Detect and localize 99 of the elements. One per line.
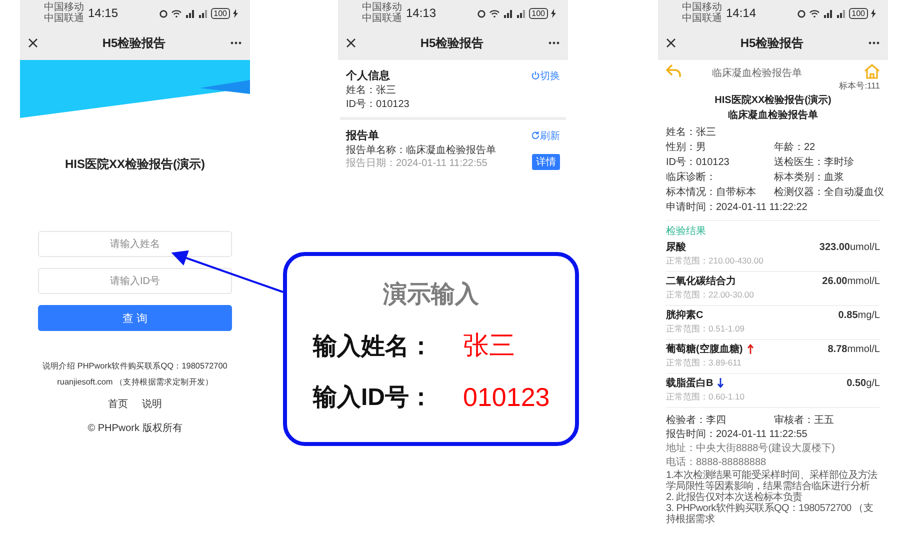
charging-icon <box>233 8 238 18</box>
signer-text: 审核者：王五 <box>774 414 835 428</box>
report-name: 报告单名称：临床凝血检验报告单 <box>346 145 497 157</box>
info-field: 检测仪器：全自动凝血仪 <box>774 185 884 200</box>
refresh-link[interactable]: 刷新 <box>540 128 560 142</box>
section-title: 个人信息 <box>346 68 391 83</box>
normal-range: 正常范围：210.00-430.00 <box>666 256 764 267</box>
battery-indicator: 100 <box>848 8 868 18</box>
battery-indicator: 100 <box>210 8 230 18</box>
hospital-title: HIS医院XX检验报告(演示) <box>714 94 832 108</box>
info-field: 临床诊断： <box>666 170 774 185</box>
footer-link[interactable]: 说明 <box>142 397 162 411</box>
power-icon[interactable] <box>531 71 540 80</box>
name-input[interactable]: 请输入姓名 <box>38 231 232 257</box>
info-field: 送检医生：李时珍 <box>774 155 880 170</box>
signal-icon <box>198 8 208 18</box>
carrier-label: 中国联通 <box>682 13 722 24</box>
info-field: 年龄：22 <box>774 140 880 155</box>
page-title: H5检验报告 <box>739 34 805 52</box>
note-text: 1.本次检测结果可能受采样时间、采样部位及方法学局限性等因素影响，结果需结合临床进行分析 <box>666 470 878 492</box>
result-name: 载脂蛋白B <box>666 376 714 390</box>
note-text: 2. 此报告仅对本次送检标本负责 <box>666 492 804 503</box>
status-time: 14:14 <box>726 6 756 20</box>
id-input[interactable]: 请输入ID号 <box>38 268 232 294</box>
normal-range: 正常范围：22.00-30.00 <box>666 290 755 301</box>
query-button[interactable]: 查 询 <box>38 305 232 331</box>
close-icon[interactable] <box>346 38 356 48</box>
result-value: 323.00umol/L <box>819 242 880 252</box>
close-icon[interactable] <box>666 38 676 48</box>
report-page-title: 临床凝血检验报告单 <box>711 66 803 80</box>
carrier-label: 中国联通 <box>44 13 84 24</box>
normal-range: 正常范围：0.51-1.09 <box>666 324 746 335</box>
section-title: 报告单 <box>346 128 380 143</box>
charging-icon <box>871 8 876 18</box>
carrier-label: 中国移动 <box>682 2 722 13</box>
alarm-icon <box>158 8 168 18</box>
callout-value: 010123 <box>463 382 550 412</box>
info-text: 姓名：张三 <box>346 85 397 97</box>
result-name: 葡萄糖(空腹血糖) <box>666 342 743 356</box>
wifi-icon <box>170 8 182 18</box>
info-text: ID号：010123 <box>346 99 410 111</box>
result-value: 26.00mmol/L <box>822 276 880 286</box>
info-field: ID号：010123 <box>666 155 774 170</box>
signal-icon <box>502 8 513 18</box>
normal-range: 正常范围：0.60-1.10 <box>666 392 746 403</box>
info-field: 标本类别：血浆 <box>774 170 880 185</box>
normal-range: 正常范围：3.89-611 <box>666 358 742 369</box>
sample-number: 标本号:111 <box>839 80 880 92</box>
switch-link[interactable]: 切换 <box>540 68 560 82</box>
footer-text: 说明介绍 PHPwork软件购买联系QQ：1980572700 <box>42 360 228 372</box>
callout-label: 输入ID号： <box>313 383 434 413</box>
result-name: 尿酸 <box>666 240 686 254</box>
alarm-icon <box>796 8 806 18</box>
app-heading: HIS医院XX检验报告(演示) <box>64 156 206 173</box>
signal-icon <box>836 8 846 18</box>
carrier-label: 中国移动 <box>362 2 402 13</box>
close-icon[interactable] <box>28 38 38 48</box>
result-name: 胱抑素C <box>666 308 704 322</box>
result-value: 0.85mg/L <box>838 310 880 320</box>
contact-text: 地址：中央大街8888号(建设大厦楼下) <box>666 442 836 456</box>
refresh-icon[interactable] <box>531 131 540 140</box>
contact-text: 电话：8888-88888888 <box>666 456 768 470</box>
signal-icon <box>822 8 833 18</box>
battery-indicator: 100 <box>528 8 548 18</box>
carrier-label: 中国联通 <box>362 13 402 24</box>
result-value: 0.50g/L <box>846 378 880 388</box>
callout-label: 输入姓名： <box>313 332 434 362</box>
report-date: 报告日期：2024-01-11 11:22:55 <box>346 158 488 170</box>
result-value: 8.78mmol/L <box>828 344 880 354</box>
info-field: 性别：男 <box>666 140 774 155</box>
page-title: H5检验报告 <box>101 34 167 52</box>
carrier-label: 中国移动 <box>44 2 84 13</box>
info-field: 标本情况：自带标本 <box>666 185 774 200</box>
callout-title: 演示输入 <box>383 280 479 310</box>
more-icon[interactable] <box>230 41 242 45</box>
footer-text: ruanjiesoft.com （支持根据需求定制开发） <box>56 376 214 388</box>
signal-icon <box>516 8 526 18</box>
page-title: H5检验报告 <box>419 34 485 52</box>
wifi-icon <box>488 8 500 18</box>
status-time: 14:13 <box>406 6 436 20</box>
details-button[interactable]: 详情 <box>532 154 560 170</box>
wifi-icon <box>808 8 820 18</box>
callout-value: 张三 <box>463 329 515 362</box>
alarm-icon <box>476 8 486 18</box>
status-time: 14:15 <box>88 6 118 20</box>
results-title: 检验结果 <box>666 220 880 238</box>
footer-link[interactable]: 首页 <box>108 397 128 411</box>
info-field: 申请时间：2024-01-11 11:22:22 <box>666 200 880 215</box>
copyright-text: © PHPwork 版权所有 <box>88 422 182 435</box>
report-title: 临床凝血检验报告单 <box>727 108 819 123</box>
signer-text: 检验者：李四 <box>666 414 727 428</box>
info-field: 姓名：张三 <box>666 125 880 140</box>
more-icon[interactable] <box>868 41 880 45</box>
more-icon[interactable] <box>548 41 560 45</box>
report-time: 报告时间：2024-01-11 11:22:55 <box>666 428 808 442</box>
result-name: 二氧化碳结合力 <box>666 274 736 288</box>
note-text: 3. PHPwork软件购买联系QQ：1980572700 （支持根据需求 <box>666 503 874 525</box>
signal-icon <box>184 8 195 18</box>
charging-icon <box>551 8 556 18</box>
